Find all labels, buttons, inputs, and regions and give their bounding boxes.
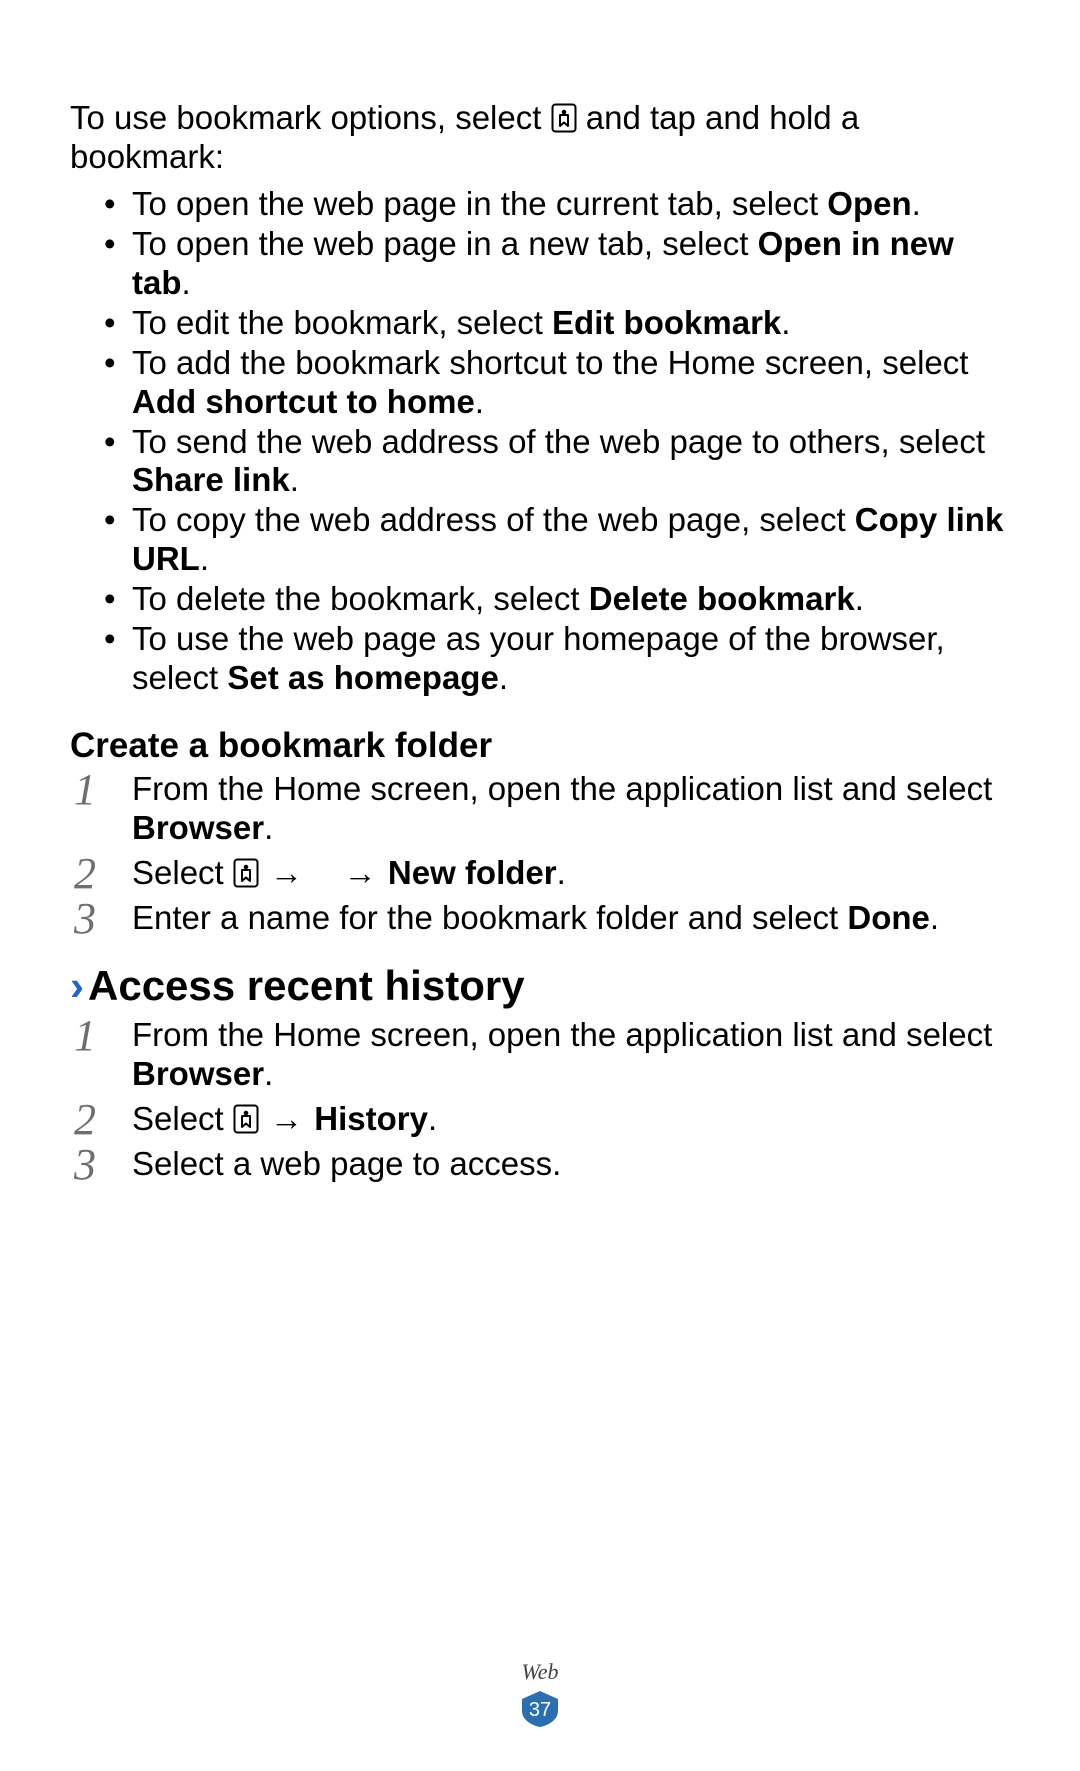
document-page: To use bookmark options, select and tap …: [0, 0, 1080, 1771]
step-item: Enter a name for the bookmark folder and…: [70, 899, 1010, 938]
page-number: 37: [529, 1699, 551, 1721]
list-item: To send the web address of the web page …: [104, 423, 1010, 501]
history-steps: From the Home screen, open the applicati…: [70, 1016, 1010, 1184]
chevron-right-icon: ›: [70, 962, 84, 1009]
list-item: To copy the web address of the web page,…: [104, 501, 1010, 579]
list-item: To open the web page in a new tab, selec…: [104, 225, 1010, 303]
bookmark-icon: [551, 103, 577, 133]
step-item: Select → → New folder.: [70, 854, 1010, 893]
list-item: To use the web page as your homepage of …: [104, 620, 1010, 698]
page-number-badge: 37: [518, 1689, 562, 1729]
step-item: Select → History.: [70, 1100, 1010, 1139]
intro-paragraph: To use bookmark options, select and tap …: [70, 99, 1010, 177]
step-item: From the Home screen, open the applicati…: [70, 770, 1010, 848]
list-item: To delete the bookmark, select Delete bo…: [104, 580, 1010, 619]
list-item: To add the bookmark shortcut to the Home…: [104, 344, 1010, 422]
arrow-icon: →: [270, 854, 303, 893]
list-item: To edit the bookmark, select Edit bookma…: [104, 304, 1010, 343]
step-item: From the Home screen, open the applicati…: [70, 1016, 1010, 1094]
arrow-icon: →: [344, 854, 377, 893]
footer-section-label: Web: [0, 1659, 1080, 1685]
bookmark-options-list: To open the web page in the current tab,…: [70, 185, 1010, 698]
bookmark-icon: [233, 1104, 259, 1134]
create-folder-steps: From the Home screen, open the applicati…: [70, 770, 1010, 938]
bookmark-icon: [233, 858, 259, 888]
history-heading: ›Access recent history: [70, 962, 1010, 1010]
intro-pre: To use bookmark options, select: [70, 99, 551, 136]
arrow-icon: →: [270, 1100, 303, 1139]
create-folder-heading: Create a bookmark folder: [70, 726, 1010, 766]
step-item: Select a web page to access.: [70, 1145, 1010, 1184]
list-item: To open the web page in the current tab,…: [104, 185, 1010, 224]
page-footer: Web 37: [0, 1659, 1080, 1729]
